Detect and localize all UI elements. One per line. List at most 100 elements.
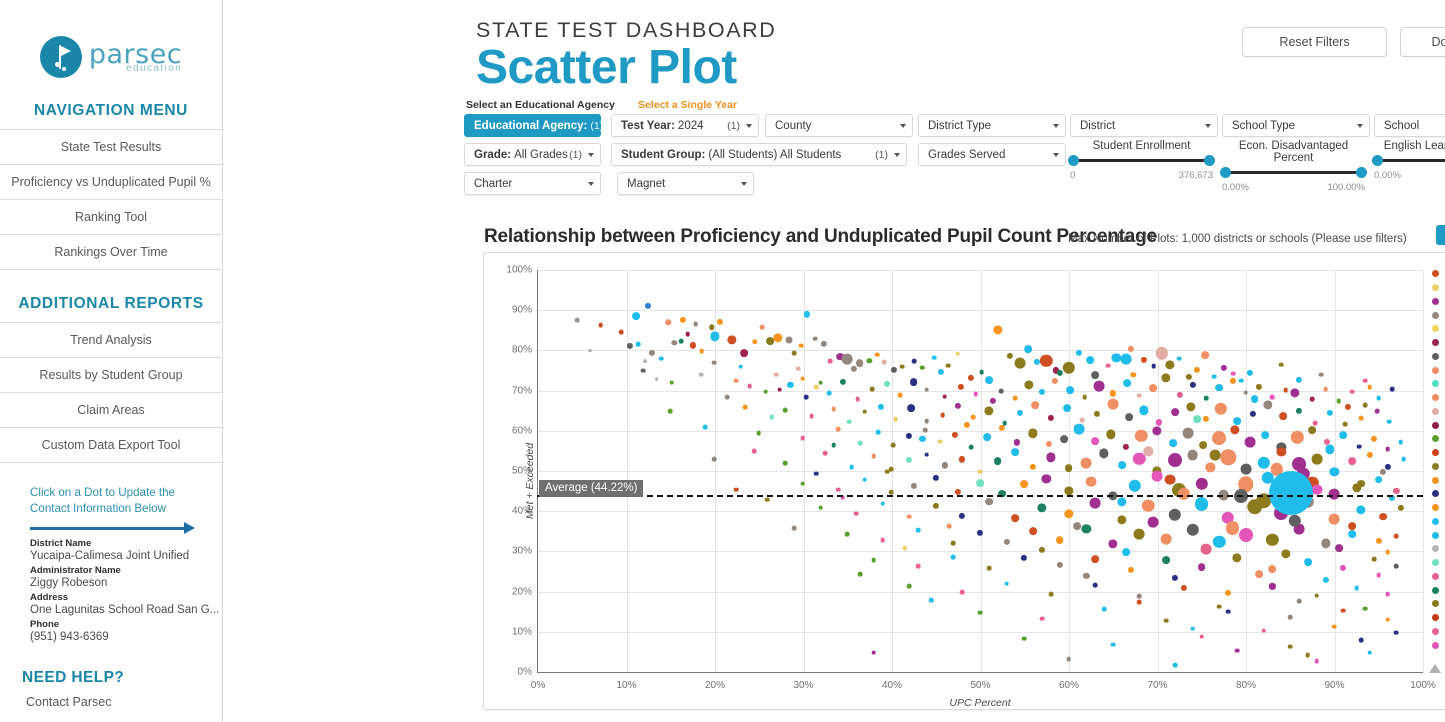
scatter-point[interactable] bbox=[800, 481, 806, 486]
scatter-point[interactable] bbox=[893, 416, 899, 422]
scatter-point[interactable] bbox=[880, 501, 885, 507]
scatter-point[interactable] bbox=[1240, 464, 1252, 475]
scatter-point[interactable] bbox=[1398, 440, 1404, 445]
scatter-point[interactable] bbox=[1367, 650, 1373, 656]
scatter-point[interactable] bbox=[1167, 453, 1182, 468]
scatter-point[interactable] bbox=[1303, 558, 1312, 567]
scatter-point[interactable] bbox=[1013, 395, 1018, 401]
scatter-point[interactable] bbox=[812, 336, 818, 341]
sidebar-item-claim-areas[interactable]: Claim Areas bbox=[0, 392, 222, 428]
legend-item[interactable]: Los Angeles bbox=[1432, 515, 1445, 529]
scatter-point[interactable] bbox=[968, 444, 974, 450]
slider-handle-min[interactable] bbox=[1068, 154, 1079, 166]
scatter-point[interactable] bbox=[1261, 431, 1270, 440]
filter-pill-magnet[interactable]: Magnet bbox=[617, 172, 754, 195]
scatter-point[interactable] bbox=[942, 394, 947, 399]
scatter-point[interactable] bbox=[1225, 609, 1231, 615]
scatter-point[interactable] bbox=[796, 366, 801, 372]
scatter-point[interactable] bbox=[667, 408, 673, 414]
reset-filters-button[interactable]: Reset Filters bbox=[1242, 27, 1387, 57]
sidebar-item-trend-analysis[interactable]: Trend Analysis bbox=[0, 322, 222, 358]
scatter-point[interactable] bbox=[924, 452, 930, 457]
scatter-point[interactable] bbox=[881, 359, 887, 365]
subject-filter-pill[interactable]: Subject: ELA (1) bbox=[1436, 225, 1445, 245]
scatter-point[interactable] bbox=[1363, 606, 1368, 611]
scatter-point[interactable] bbox=[835, 426, 841, 432]
scatter-point[interactable] bbox=[869, 386, 875, 392]
scatter-point[interactable] bbox=[1394, 630, 1399, 636]
scatter-point[interactable] bbox=[1082, 394, 1087, 400]
scatter-point[interactable] bbox=[1287, 615, 1293, 620]
scatter-point[interactable] bbox=[835, 487, 841, 492]
filter-pill-student-group[interactable]: Student Group: (All Students) All Student… bbox=[611, 143, 907, 166]
scatter-point[interactable] bbox=[984, 497, 993, 506]
scatter-point[interactable] bbox=[1376, 395, 1382, 401]
scatter-point[interactable] bbox=[658, 356, 664, 361]
scatter-point[interactable] bbox=[977, 610, 983, 615]
scatter-point[interactable] bbox=[1278, 362, 1284, 368]
filter-pill-school-type[interactable]: School Type bbox=[1222, 114, 1370, 137]
scatter-point[interactable] bbox=[1287, 644, 1293, 650]
scatter-point[interactable] bbox=[782, 461, 788, 466]
slider-handle-max[interactable] bbox=[1356, 166, 1367, 178]
scatter-point[interactable] bbox=[1358, 415, 1364, 421]
scatter-point[interactable] bbox=[1060, 435, 1069, 444]
scatter-point[interactable] bbox=[955, 351, 961, 357]
scatter-point[interactable] bbox=[769, 414, 775, 420]
legend-item[interactable]: Napa bbox=[1432, 638, 1445, 652]
legend-item[interactable]: Humboldt bbox=[1432, 418, 1445, 432]
scatter-point[interactable] bbox=[1201, 351, 1209, 359]
slider-track[interactable] bbox=[1068, 154, 1215, 166]
legend-item[interactable]: Inyo bbox=[1432, 446, 1445, 460]
scatter-point[interactable] bbox=[740, 349, 749, 358]
scatter-point[interactable] bbox=[1209, 449, 1221, 461]
scatter-point[interactable] bbox=[1062, 403, 1071, 412]
scatter-point[interactable] bbox=[1137, 393, 1142, 399]
scatter-point[interactable] bbox=[945, 363, 951, 368]
scatter-point[interactable] bbox=[1312, 420, 1318, 426]
scatter-point[interactable] bbox=[1385, 549, 1390, 555]
scatter-point[interactable] bbox=[1148, 384, 1157, 393]
scatter-point[interactable] bbox=[906, 584, 912, 589]
slider-student-enrollment[interactable]: Student Enrollment 0 376,673 bbox=[1068, 140, 1215, 181]
scatter-point[interactable] bbox=[818, 380, 823, 386]
scatter-point[interactable] bbox=[1376, 573, 1382, 578]
scatter-point[interactable] bbox=[1120, 354, 1132, 365]
slider-handle-min[interactable] bbox=[1220, 166, 1231, 178]
scatter-point[interactable] bbox=[1014, 357, 1026, 369]
scatter-point[interactable] bbox=[1048, 592, 1054, 597]
scatter-point[interactable] bbox=[1255, 570, 1263, 579]
scatter-point[interactable] bbox=[1387, 419, 1392, 424]
filter-pill-county[interactable]: County bbox=[765, 114, 913, 137]
legend-item[interactable]: Marin bbox=[1432, 542, 1445, 556]
scatter-point[interactable] bbox=[1200, 543, 1212, 555]
scatter-point[interactable] bbox=[703, 424, 708, 430]
scatter-point[interactable] bbox=[1279, 412, 1287, 420]
scatter-point[interactable] bbox=[747, 383, 752, 389]
scatter-point[interactable] bbox=[813, 471, 819, 476]
scatter-point[interactable] bbox=[1134, 528, 1145, 540]
scatter-point[interactable] bbox=[822, 451, 828, 456]
slider-handle-min[interactable] bbox=[1372, 154, 1383, 166]
scatter-point[interactable] bbox=[1020, 480, 1029, 489]
scatter-point[interactable] bbox=[1021, 636, 1027, 642]
scatter-point[interactable] bbox=[1385, 592, 1390, 597]
scatter-point[interactable] bbox=[1328, 513, 1340, 525]
legend-item[interactable]: Kern bbox=[1432, 460, 1445, 474]
scatter-point[interactable] bbox=[1270, 395, 1275, 400]
legend-item[interactable]: Glenn bbox=[1432, 405, 1445, 419]
scatter-point[interactable] bbox=[871, 557, 876, 563]
scatter-point[interactable] bbox=[1250, 395, 1259, 403]
sidebar-item-custom-data-export-tool[interactable]: Custom Data Export Tool bbox=[0, 427, 222, 463]
scatter-point[interactable] bbox=[1385, 447, 1390, 452]
scatter-point[interactable] bbox=[1194, 496, 1209, 511]
scatter-point[interactable] bbox=[1385, 617, 1390, 623]
scatter-point[interactable] bbox=[920, 365, 925, 370]
scatter-point[interactable] bbox=[1031, 401, 1039, 409]
scatter-point[interactable] bbox=[804, 395, 809, 400]
legend-item[interactable]: Amador bbox=[1432, 295, 1445, 309]
legend-item[interactable]: Calaveras bbox=[1432, 322, 1445, 336]
scatter-point[interactable] bbox=[993, 457, 1002, 466]
scatter-point[interactable] bbox=[1165, 474, 1176, 485]
scatter-point[interactable] bbox=[1137, 594, 1142, 599]
